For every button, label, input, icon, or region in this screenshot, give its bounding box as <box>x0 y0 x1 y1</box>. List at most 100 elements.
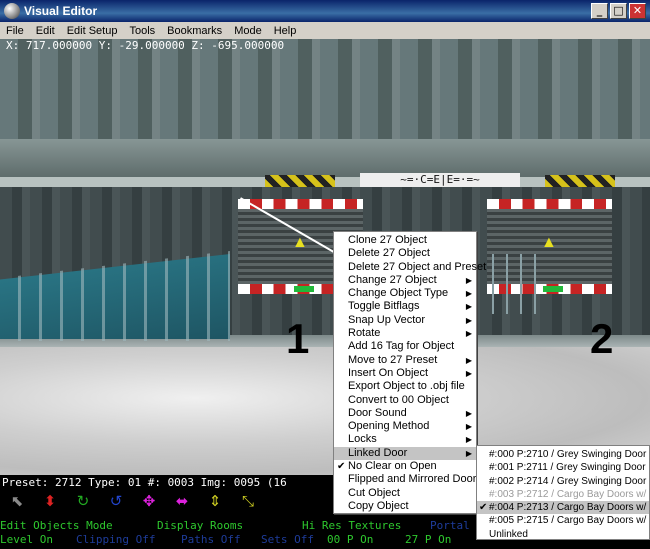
context-menu: Clone 27 Object Delete 27 Object Delete 27… <box>333 231 486 514</box>
context-menu-item-label: Locks <box>348 433 377 446</box>
context-menu-item[interactable]: Copy Object <box>334 500 476 513</box>
3d-viewport[interactable]: ~=·C=E|E=·=~ ▲ ▲ 1 2 X: 717.000000 Y: -2… <box>0 39 650 475</box>
wall-sign: ~=·C=E|E=·=~ <box>360 173 520 187</box>
context-menu-item[interactable]: Change 27 Object ▶ <box>334 274 476 287</box>
context-menu-item[interactable]: Cut Object <box>334 487 476 500</box>
context-menu-item[interactable]: Convert to 00 Object <box>334 394 476 407</box>
context-menu-item-label: Snap Up Vector <box>348 313 426 326</box>
menu-bar: File Edit Edit Setup Tools Bookmarks Mod… <box>0 22 650 39</box>
mode-indicator[interactable]: Clipping Off <box>76 533 155 546</box>
window-title: Visual Editor <box>24 4 98 18</box>
context-menu-item[interactable]: Move to 27 Preset ▶ <box>334 354 476 367</box>
door-label-2: 2 <box>590 315 614 362</box>
menu-edit[interactable]: Edit <box>30 25 61 37</box>
context-menu-item[interactable]: Opening Method ▶ <box>334 420 476 433</box>
hazard-stripe <box>545 175 615 187</box>
mode-indicator[interactable]: 27 P On <box>405 533 451 546</box>
menu-bookmarks[interactable]: Bookmarks <box>161 25 228 37</box>
menu-tools[interactable]: Tools <box>123 25 161 37</box>
context-menu-item-label: Convert to 00 Object <box>348 393 449 406</box>
linked-door-option-label: #:000 P:2710 / Grey Swinging Door <box>489 449 647 460</box>
status-info: Preset: 2712 Type: 01 #: 0003 Img: 0095 … <box>2 476 287 489</box>
close-button[interactable]: ✕ <box>629 3 646 19</box>
context-menu-item[interactable]: Change Object Type ▶ <box>334 287 476 300</box>
linked-door-option-label: #:002 P:2714 / Grey Swinging Door <box>489 475 647 487</box>
context-menu-item[interactable]: Export Object to .obj file <box>334 380 476 393</box>
context-menu-item[interactable]: Rotate ▶ <box>334 327 476 340</box>
tool-icons: ⬉ ⬍ ↻ ↺ ✥ ⬌ ⇕ ⤡ <box>8 489 257 513</box>
select-arrow-icon[interactable]: ⬉ <box>8 492 26 510</box>
menu-help[interactable]: Help <box>268 25 303 37</box>
context-menu-item[interactable]: Toggle Bitflags ▶ <box>334 300 476 313</box>
door-indicator <box>294 286 314 292</box>
menu-edit-setup[interactable]: Edit Setup <box>61 25 124 37</box>
mode-indicator[interactable]: 00 P On <box>327 533 373 546</box>
context-menu-item-label: Door Sound <box>348 406 407 419</box>
mode-indicator[interactable]: Paths Off <box>181 533 241 546</box>
linked-door-option[interactable]: #:000 P:2710 / Grey Swinging Door <box>477 448 649 461</box>
railing-right <box>480 254 540 314</box>
context-menu-item[interactable]: Delete 27 Object <box>334 247 476 260</box>
linked-door-option[interactable]: ✔#:004 P:2713 / Cargo Bay Doors w/ UP A <box>477 501 649 515</box>
context-menu-item[interactable]: Snap Up Vector ▶ <box>334 314 476 327</box>
context-menu-item[interactable]: Flipped and Mirrored Door <box>334 473 476 486</box>
linked-door-option-label: #:003 P:2712 / Cargo Bay Doors w/ UP A <box>489 488 649 500</box>
move-all-icon[interactable]: ✥ <box>140 492 158 510</box>
mode-indicator[interactable]: Display Rooms <box>157 519 243 532</box>
context-menu-item[interactable]: Delete 27 Object and Preset <box>334 261 486 274</box>
menu-mode[interactable]: Mode <box>228 25 268 37</box>
context-menu-item-label: Change Object Type <box>348 287 449 300</box>
context-menu-item[interactable]: Insert On Object ▶ <box>334 367 476 380</box>
linked-door-option[interactable]: #:005 P:2715 / Cargo Bay Doors w/ UP A <box>477 514 649 527</box>
linked-door-option-label: #:001 P:2711 / Grey Swinging Door <box>489 462 646 474</box>
menu-file[interactable]: File <box>0 25 30 37</box>
context-menu-item[interactable]: Clone 27 Object <box>334 234 476 247</box>
door-indicator <box>543 286 563 292</box>
context-menu-item-label: Clone 27 Object <box>348 234 427 246</box>
context-menu-item-label: Opening Method <box>348 420 430 433</box>
submenu-arrow-icon: ▶ <box>465 435 472 445</box>
context-menu-item[interactable]: ✔ No Clear on Open <box>334 460 476 473</box>
context-menu-item[interactable]: Add 16 Tag for Object <box>334 340 476 353</box>
submenu-arrow-icon: ▶ <box>465 355 472 365</box>
move-vertical-icon[interactable]: ⬍ <box>41 492 59 510</box>
mode-indicator[interactable]: Edit Objects Mode <box>0 519 113 532</box>
context-menu-item-label: Toggle Bitflags <box>348 300 420 313</box>
mode-indicator[interactable]: Level On <box>0 533 53 546</box>
context-menu-item-label: Delete 27 Object and Preset <box>348 260 487 273</box>
door-label-1: 1 <box>286 315 310 362</box>
linked-door-option-label: Unlinked <box>489 528 528 540</box>
ceiling <box>0 39 650 139</box>
linked-door-submenu: #:000 P:2710 / Grey Swinging Door #:001 P… <box>476 445 650 540</box>
context-menu-item-label: Add 16 Tag for Object <box>348 340 455 353</box>
context-menu-item-label: Delete 27 Object <box>348 247 430 260</box>
context-menu-item[interactable]: Locks ▶ <box>334 433 476 446</box>
context-menu-item[interactable]: Linked Door ▶ <box>334 446 476 461</box>
context-menu-item[interactable]: Door Sound ▶ <box>334 407 476 420</box>
mode-indicator[interactable]: Hi Res Textures <box>302 519 401 532</box>
linked-door-option[interactable]: #:001 P:2711 / Grey Swinging Door <box>477 461 649 474</box>
linked-door-option-label: #:005 P:2715 / Cargo Bay Doors w/ UP A <box>489 515 649 527</box>
maximize-button[interactable]: □ <box>610 3 627 19</box>
rotate-blue-icon[interactable]: ↺ <box>107 492 125 510</box>
submenu-arrow-icon: ▶ <box>465 422 472 432</box>
mode-indicator[interactable]: Portal <box>430 519 470 532</box>
context-menu-item-label: Change 27 Object <box>348 273 437 286</box>
rotate-green-icon[interactable]: ↻ <box>74 492 92 510</box>
linked-door-option[interactable]: Unlinked <box>477 528 649 541</box>
minimize-button[interactable]: _ <box>591 3 608 19</box>
context-menu-item-label: Copy Object <box>348 499 409 512</box>
scale-vertical-icon[interactable]: ⇕ <box>206 492 224 510</box>
linked-door-option[interactable]: #:002 P:2714 / Grey Swinging Door <box>477 475 649 488</box>
mode-indicator[interactable]: Sets Off <box>261 533 314 546</box>
context-menu-item-label: Export Object to .obj file <box>348 380 465 393</box>
linked-door-option[interactable]: #:003 P:2712 / Cargo Bay Doors w/ UP A <box>477 488 649 501</box>
context-menu-item-label: Flipped and Mirrored Door <box>348 473 477 486</box>
move-horizontal-icon[interactable]: ⬌ <box>173 492 191 510</box>
submenu-arrow-icon: ▶ <box>465 408 472 418</box>
scale-diagonal-icon[interactable]: ⤡ <box>239 492 257 510</box>
submenu-arrow-icon: ▶ <box>465 368 472 378</box>
submenu-arrow-icon: ▶ <box>465 302 472 312</box>
title-bar: Visual Editor _ □ ✕ <box>0 0 650 22</box>
coordinates-readout: X: 717.000000 Y: -29.000000 Z: -695.0000… <box>6 39 285 52</box>
